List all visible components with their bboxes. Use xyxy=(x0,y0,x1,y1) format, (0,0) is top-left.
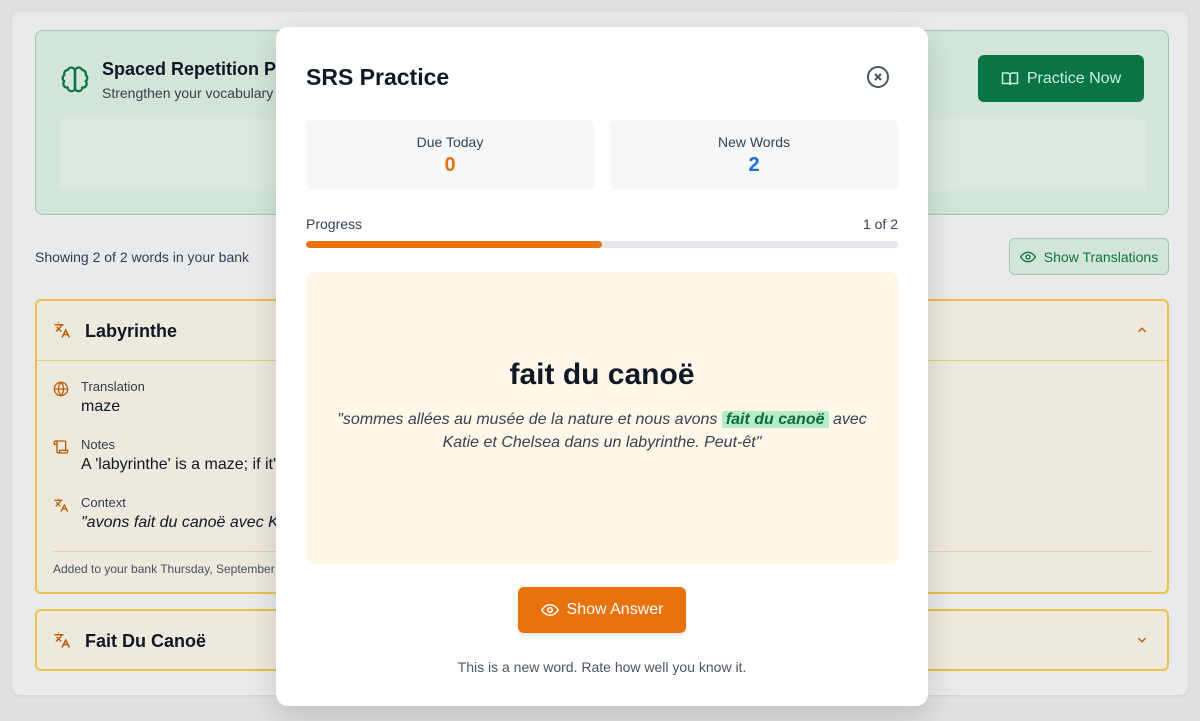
flashcard: fait du canoë "sommes allées au musée de… xyxy=(306,272,898,564)
show-answer-label: Show Answer xyxy=(566,601,664,618)
due-today-value: 0 xyxy=(444,154,456,176)
progress-label: Progress xyxy=(306,216,363,232)
new-words-stat: New Words 2 xyxy=(610,120,898,190)
flashcard-context: "sommes allées au musée de la nature et … xyxy=(336,408,868,454)
flashcard-phrase: fait du canoë xyxy=(509,358,695,391)
eye-icon xyxy=(540,603,559,617)
new-words-value: 2 xyxy=(748,154,760,176)
srs-practice-modal: SRS Practice Due Today 0 New Words 2 Pro… xyxy=(276,27,928,706)
due-today-stat: Due Today 0 xyxy=(306,120,594,190)
progress-bar xyxy=(306,241,898,248)
rating-hint: This is a new word. Rate how well you kn… xyxy=(457,659,747,675)
modal-title: SRS Practice xyxy=(306,64,450,90)
due-today-label: Due Today xyxy=(416,134,484,150)
progress-fill xyxy=(306,241,602,248)
context-highlight: fait du canoë xyxy=(721,411,829,428)
context-before: "sommes allées au musée de la nature et … xyxy=(337,411,722,428)
new-words-label: New Words xyxy=(717,134,791,150)
progress-count: 1 of 2 xyxy=(862,216,898,232)
close-icon[interactable] xyxy=(866,65,890,89)
show-answer-button[interactable]: Show Answer xyxy=(518,587,686,633)
